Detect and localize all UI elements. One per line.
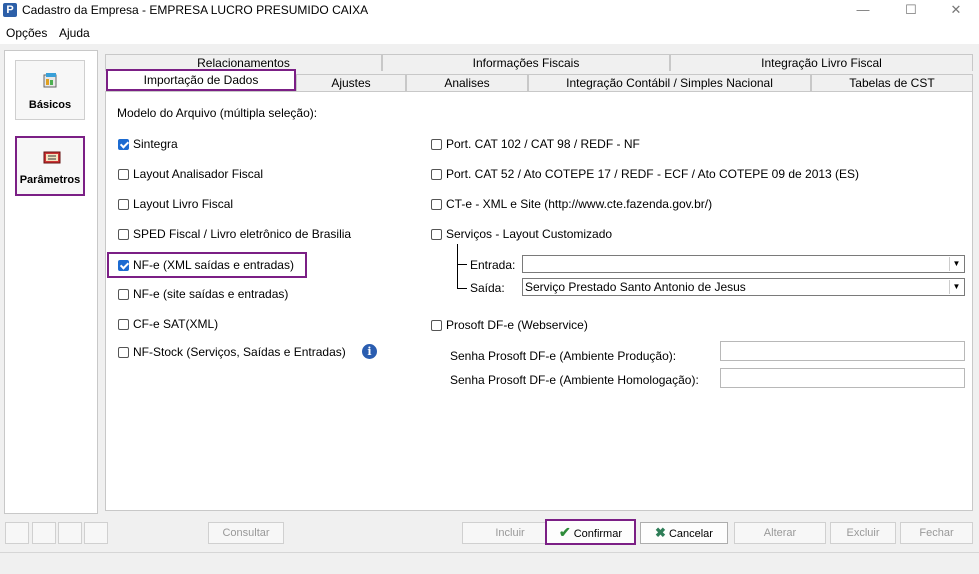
sidebar-item-label: Parâmetros <box>19 174 81 186</box>
option-label: Layout Livro Fiscal <box>133 197 234 211</box>
option-cfe-sat[interactable]: CF-e SAT(XML) <box>118 316 218 332</box>
saida-value: Serviço Prestado Santo Antonio de Jesus <box>525 280 746 294</box>
saida-label: Saída: <box>470 281 505 295</box>
checkbox[interactable] <box>431 138 442 150</box>
close-button[interactable]: ✕ <box>933 0 979 22</box>
option-label: CF-e SAT(XML) <box>133 317 219 331</box>
check-icon: ✔ <box>558 524 571 540</box>
checkbox[interactable] <box>118 228 129 240</box>
checkbox[interactable] <box>431 198 442 210</box>
checkbox[interactable] <box>431 319 442 331</box>
tab-integracao-livro-fiscal[interactable]: Integração Livro Fiscal <box>670 54 973 71</box>
checkbox[interactable] <box>118 168 129 180</box>
status-bar <box>0 552 979 574</box>
maximize-button[interactable]: ☐ <box>888 0 934 22</box>
option-label: NF-e (site saídas e entradas) <box>133 287 289 301</box>
option-port-cat-52[interactable]: Port. CAT 52 / Ato COTEPE 17 / REDF - EC… <box>431 166 859 182</box>
chevron-down-icon[interactable]: ▼ <box>949 280 963 294</box>
checkbox[interactable] <box>118 346 129 358</box>
entrada-select[interactable]: ▼ <box>522 255 965 273</box>
option-prosoft-dfe[interactable]: Prosoft DF-e (Webservice) <box>431 317 588 333</box>
tab-informacoes-fiscais[interactable]: Informações Fiscais <box>382 54 670 71</box>
tab-importacao-de-dados[interactable]: Importação de Dados <box>106 69 296 91</box>
option-sintegra[interactable]: Sintegra <box>118 136 178 152</box>
button-label: Cancelar <box>668 528 713 540</box>
option-label: Port. CAT 102 / CAT 98 / REDF - NF <box>446 137 640 151</box>
sidebar-item-basicos[interactable]: Básicos <box>15 60 85 120</box>
option-label: Layout Analisador Fiscal <box>133 167 264 181</box>
option-port-cat-102[interactable]: Port. CAT 102 / CAT 98 / REDF - NF <box>431 136 640 152</box>
option-label: SPED Fiscal / Livro eletrônico de Brasil… <box>133 227 352 241</box>
excluir-button[interactable]: Excluir <box>830 522 896 544</box>
option-label: Serviços - Layout Customizado <box>446 227 613 241</box>
tree-line <box>457 288 467 289</box>
option-label: CT-e - XML e Site (http://www.cte.fazend… <box>446 197 713 211</box>
checkbox[interactable] <box>431 228 442 240</box>
entrada-label: Entrada: <box>470 258 516 272</box>
senha-producao-input[interactable] <box>720 341 965 361</box>
menu-bar: Opções Ajuda <box>0 22 979 44</box>
incluir-button[interactable]: Incluir <box>462 522 558 544</box>
tree-line <box>457 264 467 265</box>
confirmar-button[interactable]: ✔ Confirmar <box>545 519 636 545</box>
side-panel: Básicos Parâmetros <box>4 50 98 514</box>
option-nfe-site[interactable]: NF-e (site saídas e entradas) <box>118 286 288 302</box>
senha-homologacao-label: Senha Prosoft DF-e (Ambiente Homologação… <box>450 373 699 387</box>
menu-opcoes[interactable]: Opções <box>6 26 47 40</box>
option-nf-stock[interactable]: NF-Stock (Serviços, Saídas e Entradas) <box>118 344 346 360</box>
option-label: NF-Stock (Serviços, Saídas e Entradas) <box>133 345 346 359</box>
option-layout-analisador-fiscal[interactable]: Layout Analisador Fiscal <box>118 166 263 182</box>
window-title: Cadastro da Empresa - EMPRESA LUCRO PRES… <box>22 3 369 17</box>
cancel-icon: ✖ <box>655 525 666 540</box>
title-bar: P Cadastro da Empresa - EMPRESA LUCRO PR… <box>0 0 979 22</box>
tree-line <box>457 244 458 288</box>
fechar-button[interactable]: Fechar <box>900 522 973 544</box>
sidebar-item-label: Básicos <box>28 99 72 111</box>
saida-select[interactable]: Serviço Prestado Santo Antonio de Jesus … <box>522 278 965 296</box>
button-label: Confirmar <box>573 528 623 540</box>
option-label: Port. CAT 52 / Ato COTEPE 17 / REDF - EC… <box>446 167 860 181</box>
alterar-button[interactable]: Alterar <box>734 522 826 544</box>
tab-integracao-contabil[interactable]: Integração Contábil / Simples Nacional <box>528 74 811 91</box>
section-label: Modelo do Arquivo (múltipla seleção): <box>117 106 318 120</box>
nav-last-button[interactable] <box>84 522 108 544</box>
option-sped-fiscal[interactable]: SPED Fiscal / Livro eletrônico de Brasil… <box>118 226 351 242</box>
sidebar-item-parametros[interactable]: Parâmetros <box>15 136 85 196</box>
option-layout-livro-fiscal[interactable]: Layout Livro Fiscal <box>118 196 233 212</box>
app-icon: P <box>3 3 17 17</box>
checkbox[interactable] <box>118 259 129 271</box>
checkbox[interactable] <box>118 318 129 330</box>
basics-icon <box>43 73 57 88</box>
minimize-button[interactable]: — <box>840 0 886 22</box>
senha-homologacao-input[interactable] <box>720 368 965 388</box>
nav-next-button[interactable] <box>58 522 82 544</box>
option-label: Sintegra <box>133 137 178 151</box>
tab-tabelas-de-cst[interactable]: Tabelas de CST <box>811 74 973 91</box>
option-nfe-xml[interactable]: NF-e (XML saídas e entradas) <box>118 257 294 273</box>
checkbox[interactable] <box>118 288 129 300</box>
tab-analises[interactable]: Analises <box>406 74 528 91</box>
checkbox[interactable] <box>118 198 129 210</box>
consultar-button[interactable]: Consultar <box>208 522 284 544</box>
nav-first-button[interactable] <box>5 522 29 544</box>
tab-panel: Modelo do Arquivo (múltipla seleção): Si… <box>105 91 973 511</box>
tab-ajustes[interactable]: Ajustes <box>296 74 406 91</box>
checkbox[interactable] <box>431 168 442 180</box>
parameters-icon <box>43 151 61 164</box>
checkbox[interactable] <box>118 138 129 150</box>
cancelar-button[interactable]: ✖ Cancelar <box>640 522 728 544</box>
option-label: NF-e (XML saídas e entradas) <box>133 258 294 272</box>
info-icon[interactable]: i <box>362 344 377 359</box>
menu-ajuda[interactable]: Ajuda <box>59 26 90 40</box>
option-label: Prosoft DF-e (Webservice) <box>446 318 588 332</box>
chevron-down-icon[interactable]: ▼ <box>949 257 963 271</box>
nav-prev-button[interactable] <box>32 522 56 544</box>
senha-producao-label: Senha Prosoft DF-e (Ambiente Produção): <box>450 349 677 363</box>
option-cte-xml[interactable]: CT-e - XML e Site (http://www.cte.fazend… <box>431 196 712 212</box>
option-servicos-layout[interactable]: Serviços - Layout Customizado <box>431 226 612 242</box>
